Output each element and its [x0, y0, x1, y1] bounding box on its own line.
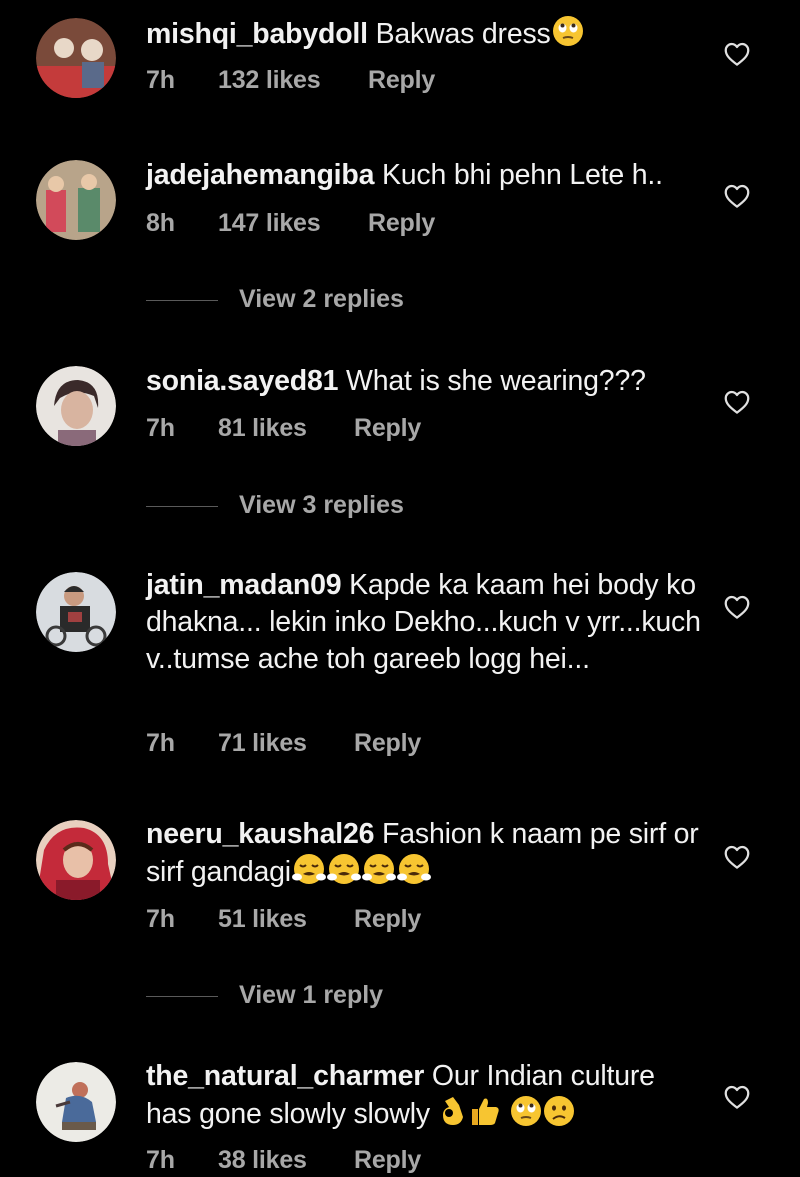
comment-username[interactable]: jadejahemangiba: [146, 159, 374, 191]
comment-timestamp: 8h: [146, 209, 175, 237]
comment-meta: 7h 132 likes Reply: [146, 66, 435, 95]
comment-text: Kuch bhi pehn Lete h..: [381, 159, 663, 191]
view-replies-label: View 3 replies: [239, 491, 404, 519]
steam-face-emoji-icon: [291, 853, 326, 895]
steam-face-emoji-icon: [326, 853, 361, 895]
comment-timestamp: 7h: [146, 905, 175, 933]
avatar[interactable]: [36, 1062, 116, 1142]
view-replies-button[interactable]: View 3 replies: [146, 491, 546, 521]
view-replies-label: View 2 replies: [239, 285, 404, 313]
comment-likes-count[interactable]: 81 likes: [218, 414, 354, 443]
comment-likes-count[interactable]: 147 likes: [218, 209, 368, 238]
reply-button[interactable]: Reply: [368, 66, 435, 95]
comment-likes-count[interactable]: 51 likes: [218, 905, 354, 934]
reply-button[interactable]: Reply: [354, 414, 421, 443]
comment-text: What is she wearing???: [346, 365, 646, 397]
view-replies-button[interactable]: View 2 replies: [146, 285, 546, 315]
comment-body: jatin_madan09 Kapde ka kaam hei body ko …: [146, 567, 706, 678]
comment-body: jadejahemangiba Kuch bhi pehn Lete h..: [146, 157, 706, 194]
reply-button[interactable]: Reply: [368, 209, 435, 238]
rolling-eyes-emoji-icon: [510, 1095, 542, 1137]
heart-outline-icon[interactable]: [722, 387, 752, 417]
replies-divider: [146, 996, 218, 997]
comment-username[interactable]: sonia.sayed81: [146, 365, 338, 397]
comment-likes-count[interactable]: 71 likes: [218, 729, 354, 758]
comment-body: sonia.sayed81 What is she wearing???: [146, 363, 706, 400]
replies-divider: [146, 506, 218, 507]
avatar[interactable]: [36, 160, 116, 240]
comment-username[interactable]: mishqi_babydoll: [146, 18, 368, 50]
comment-meta: 7h 71 likes Reply: [146, 729, 421, 758]
confused-face-emoji-icon: [543, 1095, 575, 1137]
heart-outline-icon[interactable]: [722, 39, 752, 69]
comment-meta: 8h 147 likes Reply: [146, 209, 435, 238]
heart-outline-icon[interactable]: [722, 181, 752, 211]
heart-outline-icon[interactable]: [722, 842, 752, 872]
comment-timestamp: 7h: [146, 66, 175, 94]
comment-username[interactable]: jatin_madan09: [146, 569, 342, 601]
avatar[interactable]: [36, 572, 116, 652]
comment-likes-count[interactable]: 38 likes: [218, 1146, 354, 1175]
reply-button[interactable]: Reply: [354, 1146, 421, 1175]
comment-body: the_natural_charmer Our Indian culture h…: [146, 1058, 706, 1137]
comment-meta: 7h 38 likes Reply: [146, 1146, 421, 1175]
comment-body: neeru_kaushal26 Fashion k naam pe sirf o…: [146, 816, 706, 895]
heart-outline-icon[interactable]: [722, 592, 752, 622]
comment-timestamp: 7h: [146, 1146, 175, 1174]
rolling-eyes-emoji-icon: [552, 15, 584, 57]
comment-likes-count[interactable]: 132 likes: [218, 66, 368, 95]
view-replies-label: View 1 reply: [239, 981, 384, 1009]
comment-timestamp: 7h: [146, 414, 175, 442]
reply-button[interactable]: Reply: [354, 729, 421, 758]
steam-face-emoji-icon: [361, 853, 396, 895]
comment-meta: 7h 51 likes Reply: [146, 905, 421, 934]
reply-button[interactable]: Reply: [354, 905, 421, 934]
comment-text: Bakwas dress: [375, 18, 551, 50]
thumbs-up-emoji-icon: [468, 1095, 502, 1137]
avatar[interactable]: [36, 18, 116, 98]
heart-outline-icon[interactable]: [722, 1082, 752, 1112]
steam-face-emoji-icon: [396, 853, 431, 895]
comment-meta: 7h 81 likes Reply: [146, 414, 421, 443]
comment-username[interactable]: neeru_kaushal26: [146, 818, 375, 850]
ok-hand-emoji-icon: [439, 1095, 467, 1137]
view-replies-button[interactable]: View 1 reply: [146, 981, 546, 1011]
comment-username[interactable]: the_natural_charmer: [146, 1060, 424, 1092]
comment-body: mishqi_babydoll Bakwas dress: [146, 15, 706, 57]
avatar[interactable]: [36, 366, 116, 446]
avatar[interactable]: [36, 820, 116, 900]
replies-divider: [146, 300, 218, 301]
comment-timestamp: 7h: [146, 729, 175, 757]
